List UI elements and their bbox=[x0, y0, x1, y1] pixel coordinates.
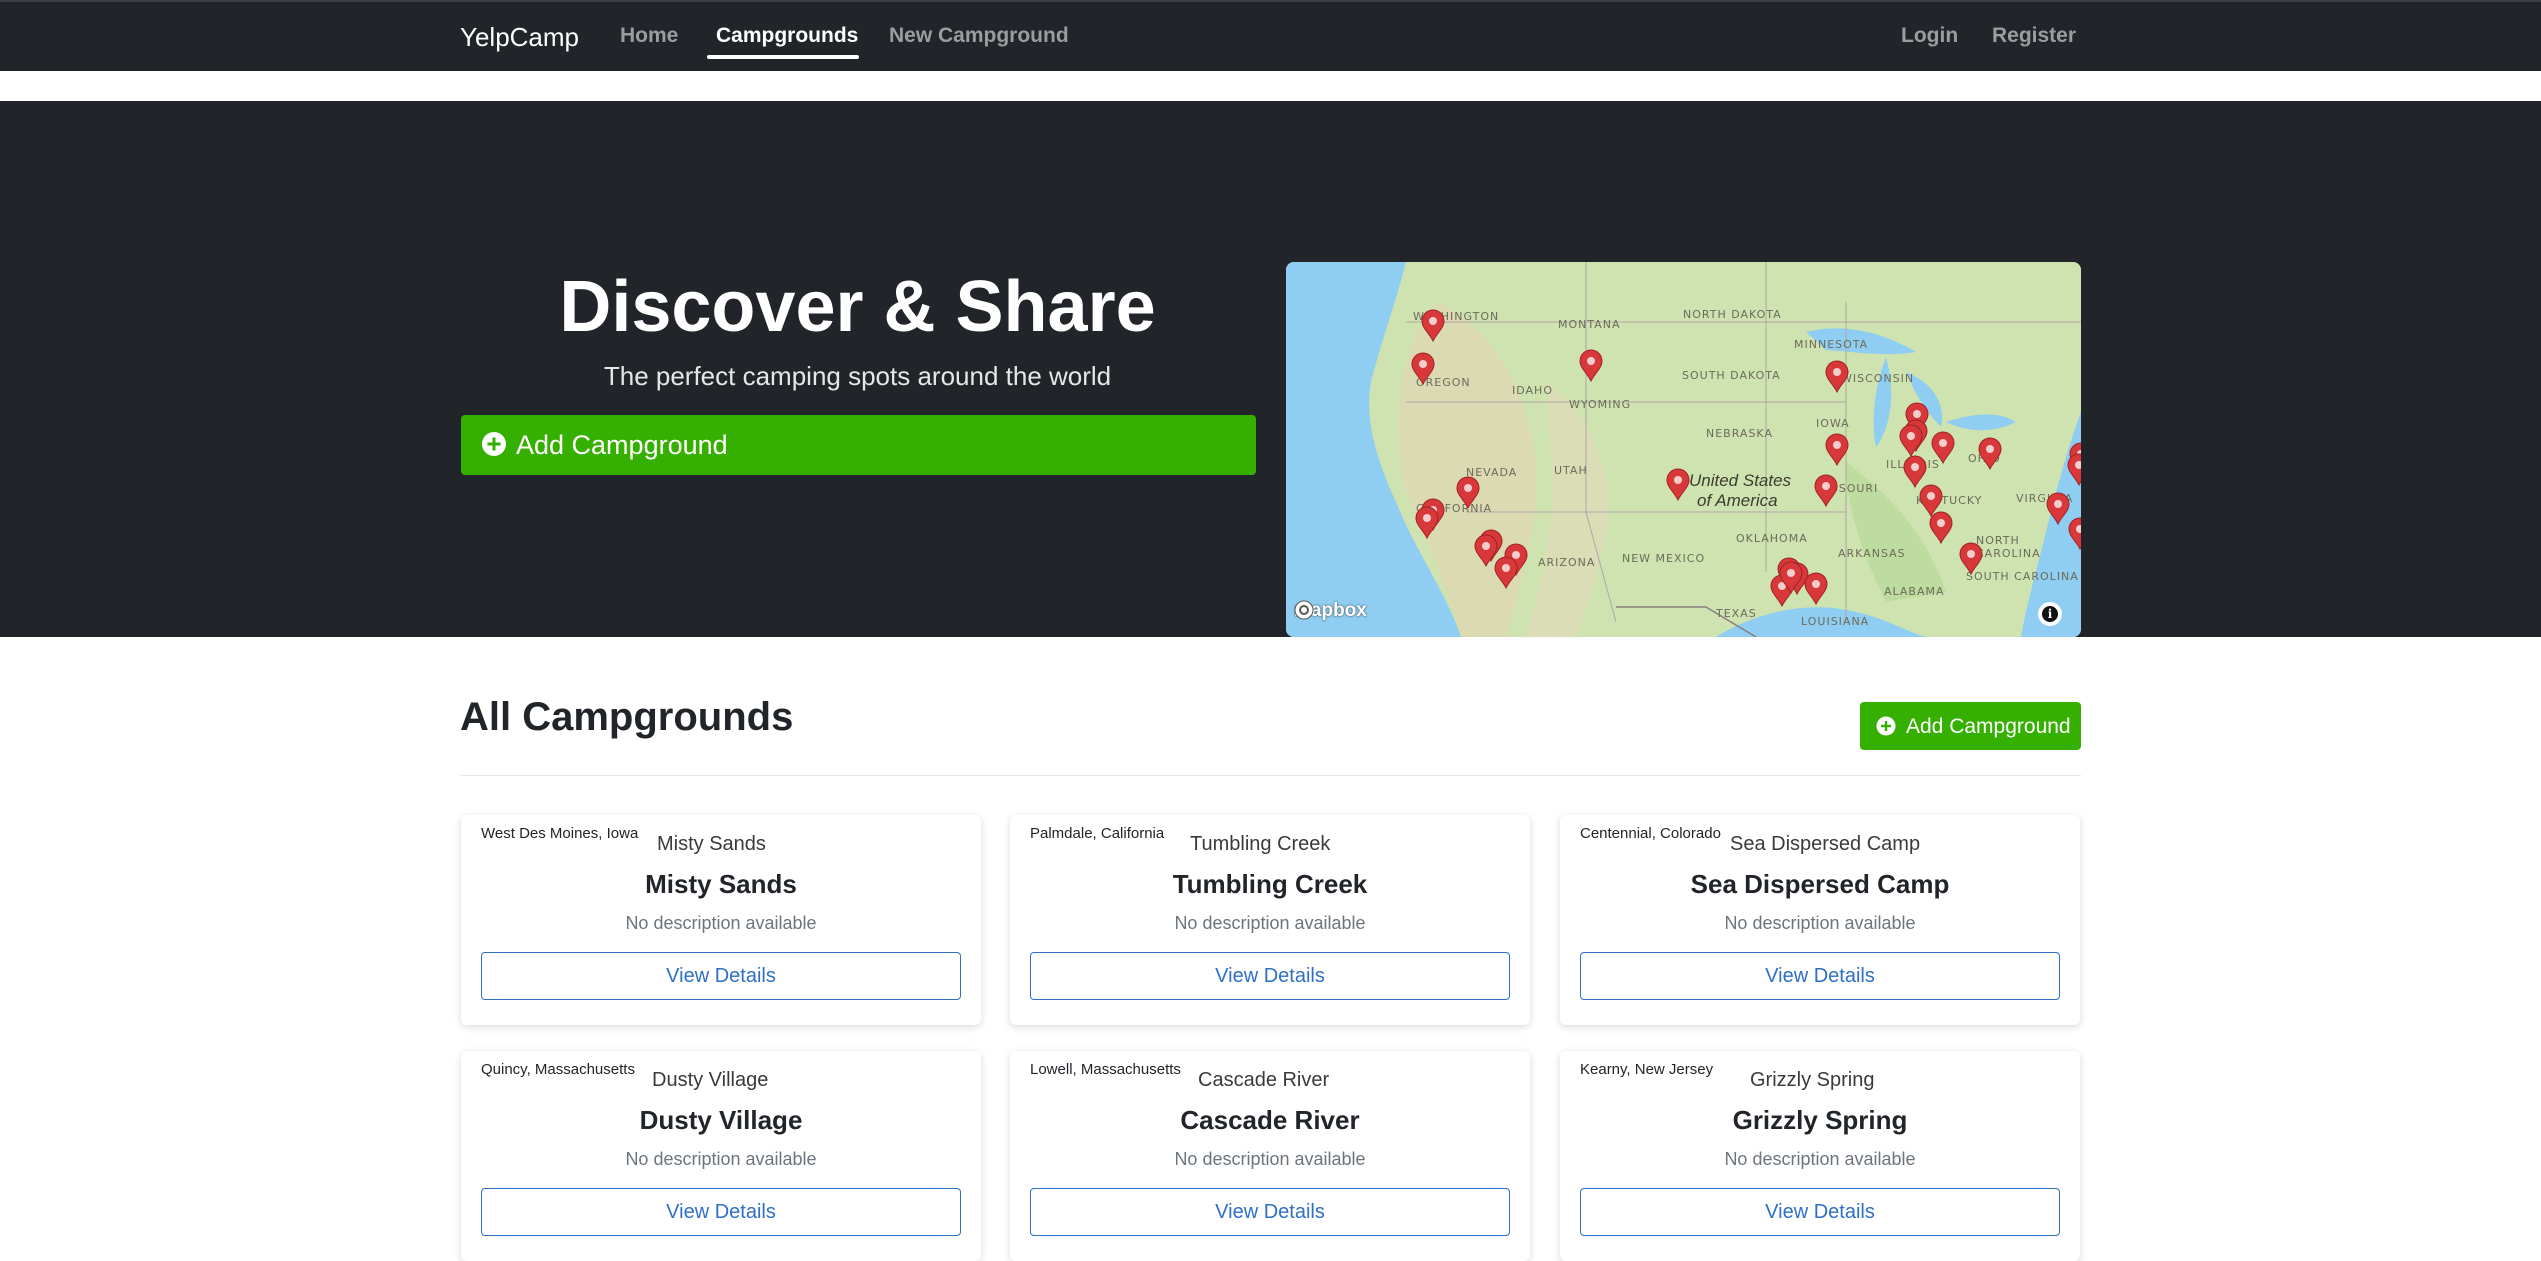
card-location: Centennial, Colorado bbox=[1580, 825, 1721, 842]
map-marker-icon[interactable] bbox=[1978, 437, 2002, 471]
map-marker-icon[interactable] bbox=[1804, 572, 1828, 606]
map-markers bbox=[1411, 309, 2081, 608]
campground-card: Centennial, Colorado Sea Dispersed Camp … bbox=[1560, 815, 2080, 1025]
hero-add-campground-button[interactable]: Add Campground bbox=[461, 415, 1256, 475]
map-marker-icon[interactable] bbox=[1415, 506, 1439, 540]
campground-card: West Des Moines, Iowa Misty Sands Misty … bbox=[461, 815, 981, 1025]
map-marker-icon[interactable] bbox=[1814, 474, 1838, 508]
map-marker-icon[interactable] bbox=[1929, 511, 1953, 545]
card-description: No description available bbox=[625, 1149, 817, 1169]
mapbox-attribution-logo[interactable]: mapbox bbox=[1294, 600, 1367, 622]
card-location: Kearny, New Jersey bbox=[1580, 1061, 1714, 1078]
map-marker-icon[interactable] bbox=[1825, 360, 1849, 394]
map-marker-icon[interactable] bbox=[2046, 492, 2070, 526]
mapbox-logo-icon bbox=[1294, 600, 1314, 620]
card-title: Tumbling Creek bbox=[1172, 869, 1368, 899]
map-marker-icon[interactable] bbox=[2067, 453, 2081, 487]
map-marker-icon[interactable] bbox=[1494, 556, 1518, 590]
map-marker-icon[interactable] bbox=[2068, 517, 2081, 551]
section-title: All Campgrounds bbox=[460, 695, 794, 739]
hero-add-campground-label: Add Campground bbox=[516, 430, 728, 460]
card-description: No description available bbox=[1174, 1149, 1366, 1169]
card-location: Quincy, Massachusetts bbox=[481, 1061, 635, 1078]
map-marker-icon[interactable] bbox=[1959, 542, 1983, 576]
campground-card: Quincy, Massachusetts Dusty Village Dust… bbox=[461, 1051, 981, 1261]
card-description: No description available bbox=[1724, 913, 1916, 933]
map-marker-icon[interactable] bbox=[1899, 424, 1923, 458]
card-description: No description available bbox=[1724, 1149, 1916, 1169]
card-location: Palmdale, California bbox=[1030, 825, 1165, 842]
campground-cluster-map[interactable]: WASHINGTON MONTANA NORTH DAKOTA MINNESOT… bbox=[1286, 262, 2081, 637]
card-description: No description available bbox=[1174, 913, 1366, 933]
plus-circle-icon bbox=[482, 432, 506, 456]
card-description: No description available bbox=[625, 913, 817, 933]
add-campground-button[interactable]: Add Campground bbox=[1860, 702, 2081, 750]
view-details-button[interactable]: View Details bbox=[1030, 1188, 1510, 1236]
map-marker-icon[interactable] bbox=[1456, 476, 1480, 510]
nav-new-campground[interactable]: New Campground bbox=[889, 24, 1069, 48]
view-details-button[interactable]: View Details bbox=[1580, 952, 2060, 1000]
info-icon: i bbox=[2042, 606, 2058, 622]
section-divider bbox=[460, 775, 2081, 776]
card-image: Cascade River bbox=[1198, 1069, 1330, 1091]
map-marker-icon[interactable] bbox=[1666, 468, 1690, 502]
card-title: Cascade River bbox=[1180, 1105, 1360, 1135]
map-marker-icon[interactable] bbox=[1931, 431, 1955, 465]
card-title: Grizzly Spring bbox=[1732, 1105, 1908, 1135]
view-details-button[interactable]: View Details bbox=[481, 1188, 961, 1236]
map-marker-icon[interactable] bbox=[1411, 352, 1435, 386]
map-marker-icon[interactable] bbox=[1903, 455, 1927, 489]
map-marker-icon[interactable] bbox=[1421, 309, 1445, 343]
card-location: West Des Moines, Iowa bbox=[481, 825, 639, 842]
hero-subtitle: The perfect camping spots around the wor… bbox=[603, 361, 1112, 391]
nav-register[interactable]: Register bbox=[1992, 24, 2076, 48]
card-image: Tumbling Creek bbox=[1190, 833, 1331, 855]
nav-home[interactable]: Home bbox=[620, 24, 678, 48]
card-title: Sea Dispersed Camp bbox=[1690, 869, 1950, 899]
campground-card: Palmdale, California Tumbling Creek Tumb… bbox=[1010, 815, 1530, 1025]
active-nav-indicator bbox=[707, 55, 859, 59]
view-details-button[interactable]: View Details bbox=[1580, 1188, 2060, 1236]
hero-title: Discover & Share bbox=[559, 267, 1156, 347]
map-marker-icon[interactable] bbox=[1825, 433, 1849, 467]
card-title: Dusty Village bbox=[639, 1105, 803, 1135]
campground-card: Lowell, Massachusetts Cascade River Casc… bbox=[1010, 1051, 1530, 1261]
card-image: Dusty Village bbox=[652, 1069, 769, 1091]
map-marker-icon[interactable] bbox=[1474, 534, 1498, 568]
map-info-button[interactable]: i bbox=[2038, 602, 2062, 626]
nav-login[interactable]: Login bbox=[1901, 24, 1958, 48]
card-location: Lowell, Massachusetts bbox=[1030, 1061, 1181, 1078]
card-image: Grizzly Spring bbox=[1750, 1069, 1875, 1091]
card-image: Misty Sands bbox=[657, 833, 766, 855]
card-title: Misty Sands bbox=[645, 869, 797, 899]
view-details-button[interactable]: View Details bbox=[1030, 952, 1510, 1000]
navbar: YelpCamp Home Campgrounds New Campground… bbox=[0, 0, 2541, 71]
hero-section: Discover & Share The perfect camping spo… bbox=[0, 101, 2541, 637]
map-marker-icon[interactable] bbox=[1579, 349, 1603, 383]
view-details-button[interactable]: View Details bbox=[481, 952, 961, 1000]
map-marker-icon[interactable] bbox=[1919, 484, 1943, 518]
add-campground-label: Add Campground bbox=[1906, 715, 2071, 738]
brand-logo[interactable]: YelpCamp bbox=[460, 22, 579, 53]
plus-circle-icon bbox=[1876, 716, 1896, 736]
card-image: Sea Dispersed Camp bbox=[1730, 833, 1921, 855]
nav-campgrounds[interactable]: Campgrounds bbox=[716, 24, 858, 48]
campground-card: Kearny, New Jersey Grizzly Spring Grizzl… bbox=[1560, 1051, 2080, 1261]
